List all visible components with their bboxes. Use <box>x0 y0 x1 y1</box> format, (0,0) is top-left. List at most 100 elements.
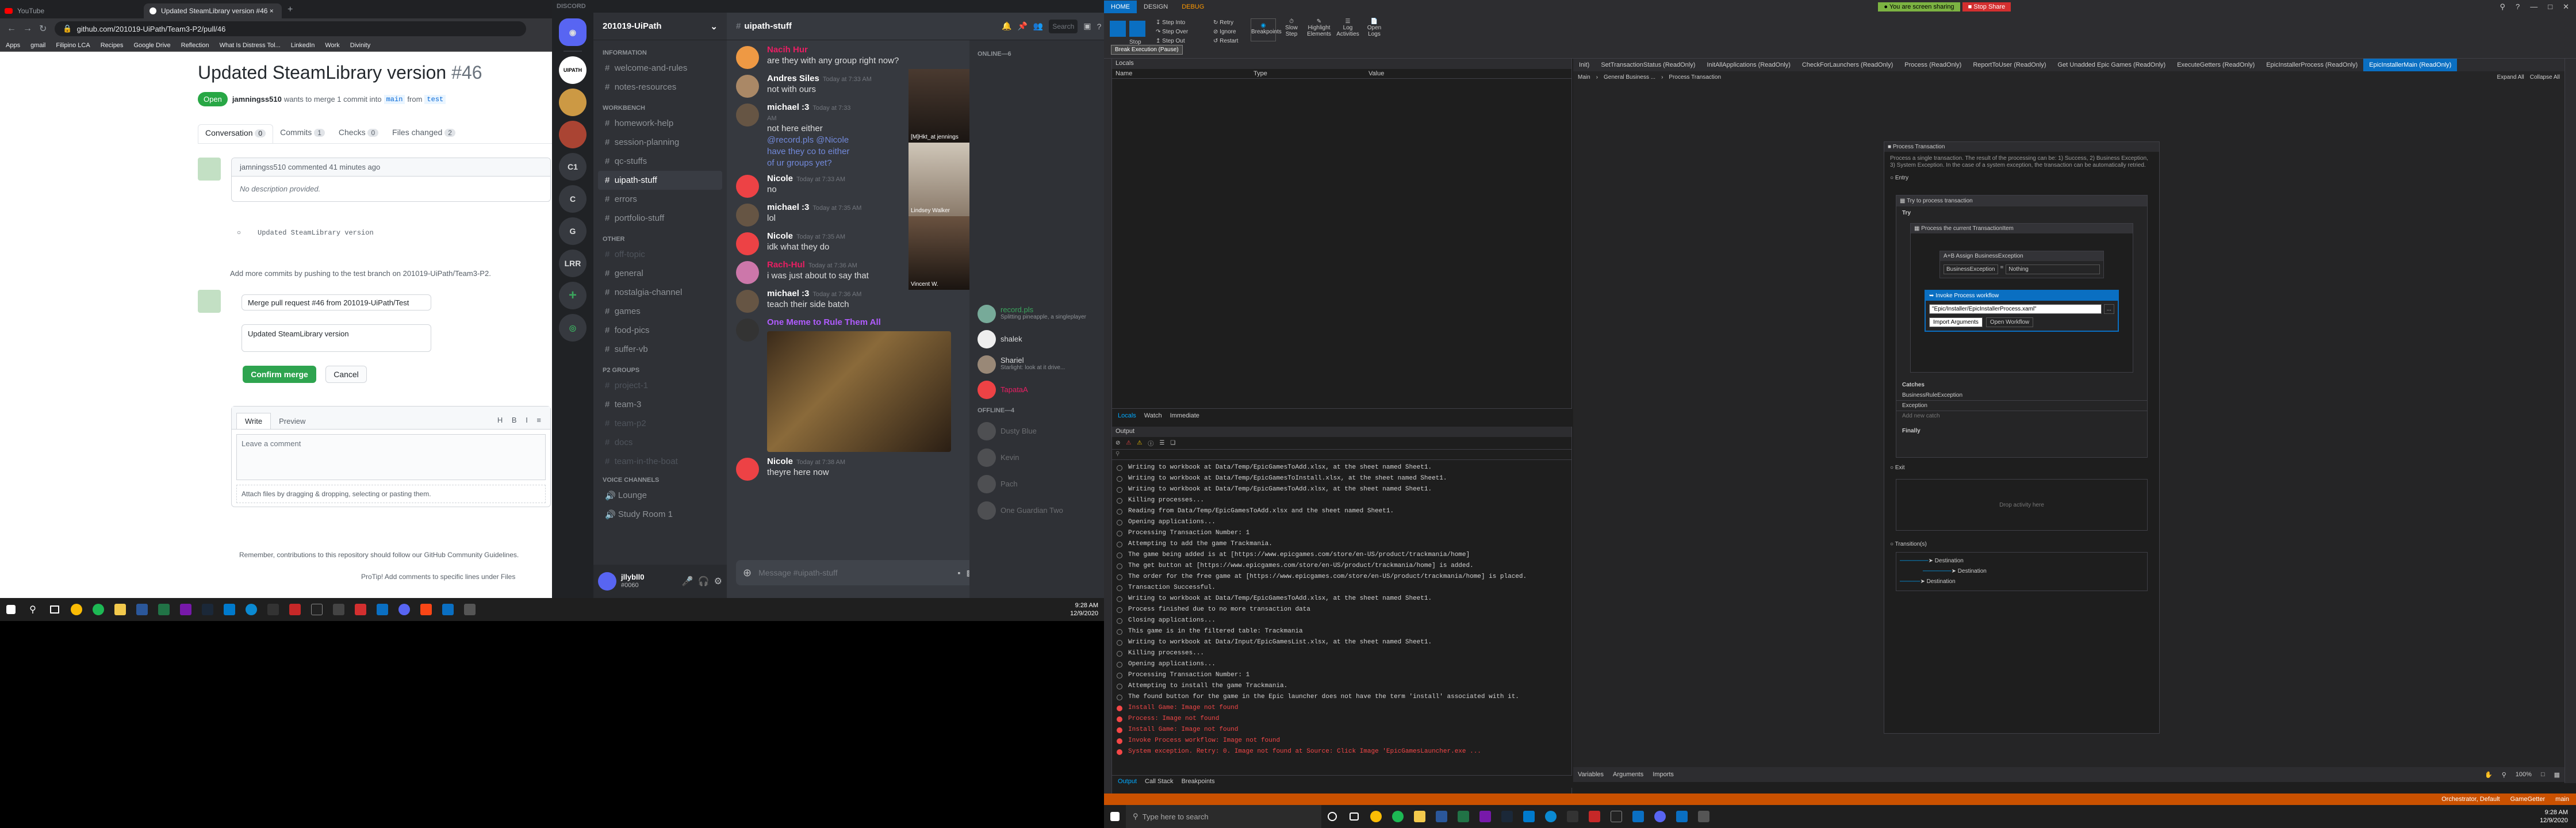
doc-tab[interactable]: Init) <box>1573 59 1595 71</box>
channel-item[interactable]: # games <box>598 302 722 321</box>
category-header[interactable]: P2 GROUPS <box>593 359 727 376</box>
channel-item[interactable]: # off-topic <box>598 245 722 264</box>
avatar[interactable] <box>736 319 759 342</box>
zoom-level[interactable]: 100% <box>2516 771 2532 778</box>
bookmark[interactable]: Google Drive <box>133 42 170 49</box>
transition-row[interactable]: ───────➤ Destination <box>1900 566 2144 577</box>
channel-item[interactable]: # qc-stuffs <box>598 152 722 171</box>
author[interactable]: Nicole <box>767 231 793 241</box>
transition-row[interactable]: ─────➤ Destination <box>1900 577 2144 587</box>
edge-icon[interactable] <box>240 598 262 621</box>
zoom-icon[interactable]: ⚲ <box>2502 771 2506 779</box>
pause-icon[interactable] <box>1110 21 1126 37</box>
bookmark[interactable]: What Is Distress Tol... <box>220 42 281 49</box>
col-type[interactable]: Type <box>1254 70 1368 77</box>
log-line[interactable]: The found button for the game in the Epi… <box>1117 692 1567 703</box>
log-line[interactable]: Writing to workbook at Data/Temp/EpicGam… <box>1117 484 1567 495</box>
step-into-button[interactable]: ↧ Step Into <box>1156 20 1185 26</box>
doc-tab[interactable]: ReportToUser (ReadOnly) <box>1967 59 2052 71</box>
app-icon[interactable] <box>284 598 306 621</box>
mute-icon[interactable]: 🎤 <box>682 576 693 587</box>
tab-breakpoints[interactable]: Breakpoints <box>1182 778 1215 785</box>
member-item[interactable]: Pach <box>977 474 1104 493</box>
log-line[interactable]: Attempting to add the game Trackmania. <box>1117 539 1567 550</box>
comment-textarea[interactable]: Leave a comment <box>236 434 546 480</box>
breakpoints-button[interactable]: ◉ Breakpoints <box>1251 18 1282 41</box>
file-explorer-icon[interactable] <box>109 598 131 621</box>
bookmark[interactable]: gmail <box>30 42 45 49</box>
avatar[interactable] <box>736 75 759 98</box>
error-filter-icon[interactable]: ⚠ <box>1126 440 1131 446</box>
explore-icon[interactable]: ◎ <box>559 314 586 342</box>
vscode-icon[interactable] <box>218 598 240 621</box>
member-item[interactable]: One Guardian Two <box>977 500 1104 520</box>
attach-files[interactable]: Attach files by dragging & dropping, sel… <box>236 485 546 503</box>
message-input[interactable]: ⊕ Message #uipath-stuff ▪ ▩ ☺ <box>736 560 995 585</box>
server-header[interactable]: 201019-UiPath ⌄ <box>593 13 727 40</box>
doc-tab[interactable]: InitAllApplications (ReadOnly) <box>1701 59 1796 71</box>
assign-to-field[interactable]: BusinessException <box>1943 264 1998 274</box>
log-line[interactable]: Writing to workbook at Data/Input/EpicGa… <box>1117 637 1567 648</box>
discord-home-icon[interactable]: ◉ <box>559 18 586 46</box>
commit-row[interactable]: ○ Updated SteamLibrary version <box>237 229 374 237</box>
head-branch[interactable]: test <box>424 94 446 104</box>
log-line-error[interactable]: Process: Image not found <box>1117 714 1567 724</box>
info-filter-icon[interactable]: ⓘ <box>1148 439 1153 447</box>
doc-tab[interactable]: ExecuteGetters (ReadOnly) <box>2171 59 2260 71</box>
search-icon[interactable]: ⚲ <box>2500 2 2505 12</box>
server-icon[interactable] <box>559 121 586 148</box>
assign-activity[interactable]: A+B Assign BusinessException BusinessExc… <box>1939 251 2104 278</box>
channel-item[interactable]: # project-1 <box>598 376 722 395</box>
log-line[interactable]: Writing to workbook at Data/Temp/EpicGam… <box>1117 593 1567 604</box>
minimize-icon[interactable]: — <box>2530 2 2537 12</box>
app-icon[interactable] <box>350 598 371 621</box>
search-icon[interactable]: ⚲ <box>22 598 44 621</box>
copy-icon[interactable]: ❏ <box>1170 440 1175 446</box>
tab-write[interactable]: Write <box>236 413 271 429</box>
author[interactable]: One Meme to Rule Them All <box>767 317 881 327</box>
channel-item[interactable]: # team-3 <box>598 395 722 414</box>
confirm-merge-button[interactable]: Confirm merge <box>243 366 316 383</box>
channel-item[interactable]: # nostalgia-channel <box>598 283 722 302</box>
avatar[interactable] <box>736 232 759 255</box>
tab-home[interactable]: HOME <box>1104 1 1137 13</box>
server-icon[interactable] <box>559 89 586 116</box>
voice-channel-item[interactable]: 🔊 Study Room 1 <box>598 505 722 524</box>
tab-call-stack[interactable]: Call Stack <box>1145 778 1174 785</box>
server-icon[interactable]: G <box>559 217 586 245</box>
onenote-icon[interactable] <box>175 598 197 621</box>
import-arguments-button[interactable]: Import Arguments <box>1929 317 1983 327</box>
channel-item[interactable]: # portfolio-stuff <box>598 209 722 228</box>
fit-icon[interactable]: □ <box>2541 771 2545 778</box>
windows-start-icon[interactable] <box>1104 805 1126 828</box>
spotify-icon[interactable] <box>87 598 109 621</box>
merge-body-input[interactable]: Updated SteamLibrary version <box>241 324 431 352</box>
process-transaction-sequence[interactable]: ■ Process Transaction Process a single t… <box>1884 141 2160 734</box>
log-line[interactable]: Processing Transaction Number: 1 <box>1117 528 1567 539</box>
cancel-button[interactable]: Cancel <box>325 366 367 383</box>
reload-icon[interactable]: ↻ <box>39 23 47 34</box>
open-logs-button[interactable]: 📄 Open Logs <box>1363 18 1386 37</box>
bookmark[interactable]: LinkedIn <box>291 42 315 49</box>
expand-all-link[interactable]: Expand All <box>2497 74 2524 80</box>
category-header[interactable]: OTHER <box>593 228 727 245</box>
add-attachment-icon[interactable]: ⊕ <box>743 567 752 579</box>
member-item[interactable]: Shariel Starlight: look at it drive... <box>977 354 1104 374</box>
tab-youtube[interactable]: YouTube <box>5 3 131 18</box>
branch-name[interactable]: main <box>2555 796 2569 803</box>
file-explorer-icon[interactable] <box>1409 805 1431 828</box>
log-line[interactable]: Killing processes... <box>1117 648 1567 659</box>
doc-tab[interactable]: CheckForLaunchers (ReadOnly) <box>1796 59 1899 71</box>
log-line[interactable]: The game being added is at [https://www.… <box>1117 550 1567 561</box>
exit-section[interactable]: ○ Exit <box>1884 458 2159 473</box>
collapse-all-link[interactable]: Collapse All <box>2530 74 2560 80</box>
uipath-icon[interactable] <box>1627 805 1649 828</box>
member-item[interactable]: Dusty Blue <box>977 421 1104 440</box>
taskbar-search[interactable]: ⚲ Type here to search <box>1126 805 1321 828</box>
pan-icon[interactable]: ✋ <box>2485 771 2493 779</box>
member-item[interactable]: record.pls Splitting pineapple, a singlep… <box>977 304 1104 323</box>
forward-icon[interactable]: → <box>23 24 32 34</box>
try-catch-activity[interactable]: ▦ Try to process transaction Try ▦ Proce… <box>1896 195 2148 458</box>
tab-output[interactable]: Output <box>1118 778 1137 785</box>
channel-item[interactable]: # homework-help <box>598 114 722 133</box>
